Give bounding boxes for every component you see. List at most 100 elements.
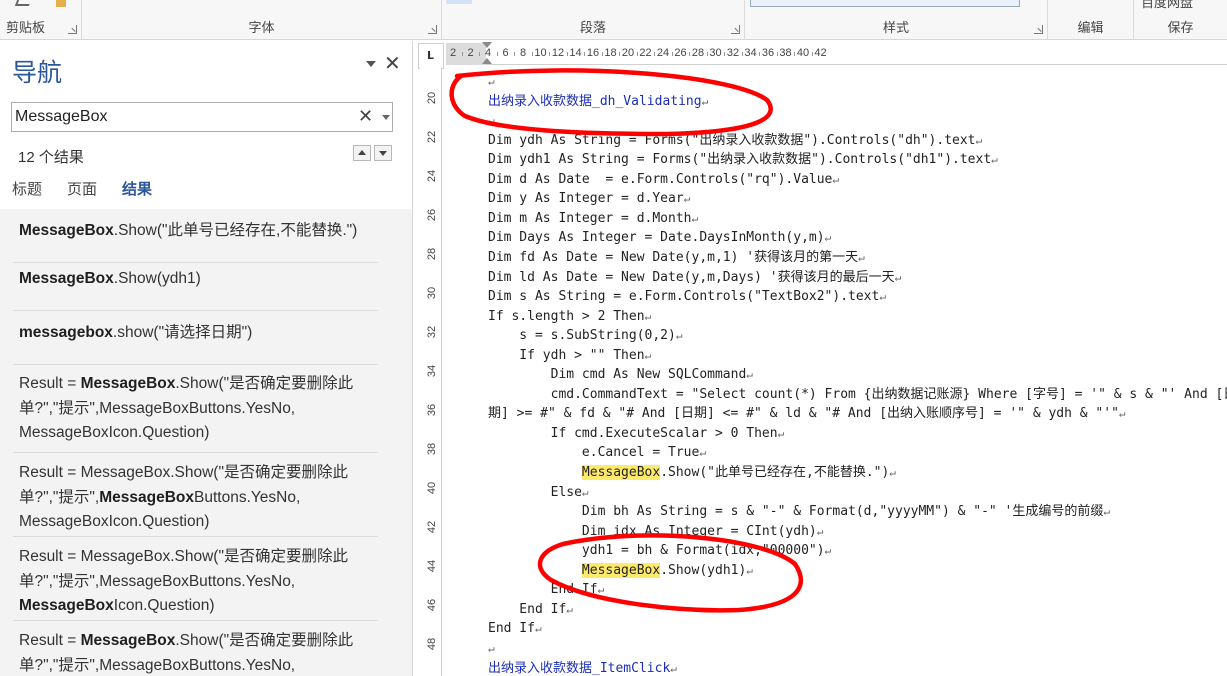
match-highlight: MessageBox <box>80 375 176 392</box>
ruler-tick <box>811 52 813 56</box>
empty-paragraph: ↵ <box>488 639 495 658</box>
ruler-number: 28 <box>426 247 438 261</box>
vertical-ruler[interactable]: 20 22 24 26 28 30 32 34 36 38 40 42 44 46 48 <box>420 68 442 676</box>
code-line: Dim ydh As String = Forms("出纳录入收款数据").Co… <box>488 132 983 148</box>
ruler-tick <box>514 52 516 56</box>
ruler-number: 46 <box>426 598 438 612</box>
navigation-pane: 导航 ✕ ✕ 12 个结果 标题 页面 结果 MessageBox.Show("… <box>0 41 413 676</box>
code-line: Dim ydh1 As String = Forms("出纳录入收款数据").C… <box>488 152 998 168</box>
chevron-down-icon[interactable] <box>366 61 376 67</box>
ruler-number: 42 <box>814 47 827 59</box>
result-text: Icon.Question) <box>113 597 215 614</box>
paragraph-mark-icon: ↵ <box>701 94 709 108</box>
dialog-launcher-icon[interactable] <box>428 25 437 34</box>
ruler-number: 38 <box>426 442 438 456</box>
divider <box>13 364 378 365</box>
code-line: If ydh > "" Then↵ <box>488 347 652 363</box>
ruler-tick <box>671 52 673 56</box>
code-line: End If↵ <box>488 601 573 617</box>
list-item[interactable]: Result = MessageBox.Show("是否确定要删除此单?","提… <box>19 461 374 535</box>
baidu-netdisk-label[interactable]: 百度网盘 <box>1141 0 1193 11</box>
ruler-number: 24 <box>656 47 670 59</box>
ribbon-group-font[interactable]: 字体 <box>82 0 442 40</box>
procedure-heading: 出纳录入收款数据_ItemClick↵ <box>488 660 677 676</box>
ribbon-group-clipboard[interactable]: 剪贴板 <box>0 0 82 40</box>
list-item[interactable]: messagebox.show("请选择日期") <box>19 321 374 346</box>
ruler-number: 10 <box>534 47 547 59</box>
divider <box>13 536 378 537</box>
ruler-number: 14 <box>569 47 582 59</box>
tab-results[interactable]: 结果 <box>122 178 152 199</box>
previous-result-button[interactable] <box>353 145 371 161</box>
list-item[interactable]: MessageBox.Show(ydh1) <box>19 267 374 292</box>
tab-pages[interactable]: 页面 <box>67 178 97 199</box>
ruler-tick <box>601 52 603 56</box>
ruler-tick <box>706 52 708 56</box>
ribbon-group-label: 样式 <box>882 21 909 36</box>
code-line: Else↵ <box>488 484 589 500</box>
ruler-number: 40 <box>426 481 438 495</box>
code-line: Dim cmd As New SQLCommand↵ <box>488 367 753 383</box>
code-line: MessageBox.Show("此单号已经存在,不能替换.")↵ <box>581 465 896 480</box>
document-body[interactable]: ↵ 出纳录入收款数据_dh_Validating↵ ↵ Dim ydh As Stri… <box>445 68 1227 676</box>
ruler-number: 38 <box>779 47 792 59</box>
list-item[interactable]: Result = MessageBox.Show("是否确定要删除此单?","提… <box>19 629 374 676</box>
result-text: .Show(ydh1) <box>113 270 201 287</box>
match-highlight: MessageBox <box>99 488 195 506</box>
ruler-number: 28 <box>691 47 705 59</box>
ruler-number: 16 <box>586 47 600 59</box>
dialog-launcher-icon[interactable] <box>68 25 77 34</box>
ribbon-group-label: 编辑 <box>1077 21 1104 36</box>
paragraph-mark-icon: ↵ <box>534 622 542 636</box>
ruler-number: 30 <box>709 47 722 59</box>
search-input[interactable] <box>15 106 345 128</box>
next-result-button[interactable] <box>374 145 392 161</box>
result-text: Result = <box>19 375 81 392</box>
tab-headings[interactable]: 标题 <box>12 178 42 199</box>
code-line: 期] >= #" & fd & "# And [日期] <= #" & ld &… <box>488 406 1126 422</box>
list-item[interactable]: Result = MessageBox.Show("是否确定要删除此单?","提… <box>19 545 374 619</box>
horizontal-ruler[interactable]: 2 2 4 6 8 10 12 14 16 18 20 22 24 26 28 30 32 34 36 38 40 42 <box>446 42 1227 65</box>
search-options-icon[interactable] <box>382 115 390 120</box>
ruler-tick <box>566 52 568 56</box>
clear-search-icon[interactable]: ✕ <box>358 104 373 130</box>
dialog-launcher-icon[interactable] <box>1034 25 1043 34</box>
paragraph-mark-icon: ↵ <box>488 641 495 655</box>
list-item[interactable]: MessageBox.Show("此单号已经存在,不能替换.") <box>19 219 374 244</box>
list-item[interactable]: Result = MessageBox.Show("是否确定要删除此单?","提… <box>19 372 374 446</box>
code-line: Dim d As Date = e.Form.Controls("rq").Va… <box>488 171 839 187</box>
close-icon[interactable]: ✕ <box>384 51 401 75</box>
ruler-number: 12 <box>551 47 565 59</box>
ribbon-group-styles[interactable]: 样式 <box>745 0 1048 40</box>
match-highlight: MessageBox <box>19 597 114 614</box>
ruler-number: 4 <box>484 47 492 59</box>
ruler-tick <box>461 52 463 56</box>
ribbon-group-paragraph[interactable]: 段落 <box>442 0 745 40</box>
match-highlight: MessageBox <box>19 222 114 239</box>
paragraph-mark-icon: ↵ <box>488 75 495 88</box>
paragraph-mark-icon: ↵ <box>832 172 839 186</box>
paragraph-mark-icon: ↵ <box>670 661 677 675</box>
paragraph-mark-icon: ↵ <box>824 544 832 558</box>
ruler-number: 40 <box>796 47 810 59</box>
ribbon-group-save[interactable]: 百度网盘 保存 <box>1134 0 1227 40</box>
ribbon-group-editing[interactable]: 编辑 <box>1048 0 1134 40</box>
result-text: Result = <box>19 632 81 649</box>
match-highlight: MessageBox <box>19 270 114 287</box>
divider <box>13 620 378 621</box>
tab-selector[interactable]: L <box>418 43 444 69</box>
result-text: Result = MessageBox.Show("是否确定要删除此单?","提… <box>19 548 348 590</box>
code-line: cmd.CommandText = "Select count(*) From … <box>488 386 1227 402</box>
ruler-number: 48 <box>426 637 438 651</box>
format-painter-icon <box>14 0 32 6</box>
paragraph-mark-icon: ↵ <box>488 114 495 128</box>
paragraph-mark-icon: ↵ <box>824 231 832 245</box>
ruler-number: 22 <box>639 47 652 59</box>
search-box[interactable]: ✕ <box>11 102 393 132</box>
ruler-number: 36 <box>426 403 438 417</box>
paragraph-mark-icon: ↵ <box>644 309 652 323</box>
dialog-launcher-icon[interactable] <box>731 25 740 34</box>
ruler-number: 26 <box>426 208 438 222</box>
ruler-number: 2 <box>449 47 457 59</box>
ruler-number: 36 <box>761 47 775 59</box>
